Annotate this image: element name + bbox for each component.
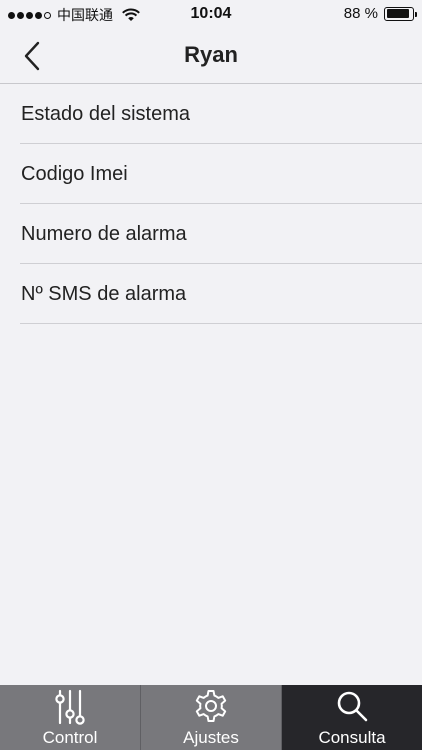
status-right: 88 %	[343, 5, 417, 22]
tab-consulta[interactable]: Consulta	[282, 685, 422, 750]
menu-item-label: Numero de alarma	[21, 222, 187, 245]
gear-icon	[195, 690, 227, 722]
tab-ajustes[interactable]: Ajustes	[141, 685, 282, 750]
tab-label: Consulta	[318, 728, 386, 747]
tab-label: Control	[42, 728, 98, 747]
tab-control[interactable]: Control	[0, 685, 141, 750]
menu-item-estado-del-sistema[interactable]: Estado del sistema	[0, 84, 422, 144]
menu-item-sms-de-alarma[interactable]: Nº SMS de alarma	[0, 264, 422, 324]
search-icon	[337, 691, 368, 722]
status-bar: 中国联通 10:04 88 %	[0, 0, 422, 28]
menu-list: Estado del sistema Codigo Imei Numero de…	[0, 84, 422, 324]
navigation-bar: Ryan	[0, 28, 422, 84]
app-screen: 中国联通 10:04 88 % Ryan Estado del sistema	[0, 0, 422, 750]
tab-label: Ajustes	[183, 728, 239, 747]
menu-item-label: Estado del sistema	[21, 102, 190, 125]
page-title: Ryan	[184, 42, 238, 67]
sliders-icon	[55, 689, 85, 725]
battery-percentage: 88 %	[343, 5, 378, 22]
tab-bar: Control Ajustes Consulta	[0, 685, 422, 750]
menu-item-label: Nº SMS de alarma	[21, 282, 187, 305]
menu-item-label: Codigo Imei	[21, 162, 128, 185]
battery-fill	[386, 9, 409, 18]
menu-item-codigo-imei[interactable]: Codigo Imei	[0, 144, 422, 204]
menu-item-numero-de-alarma[interactable]: Numero de alarma	[0, 204, 422, 264]
battery-icon	[384, 6, 417, 21]
